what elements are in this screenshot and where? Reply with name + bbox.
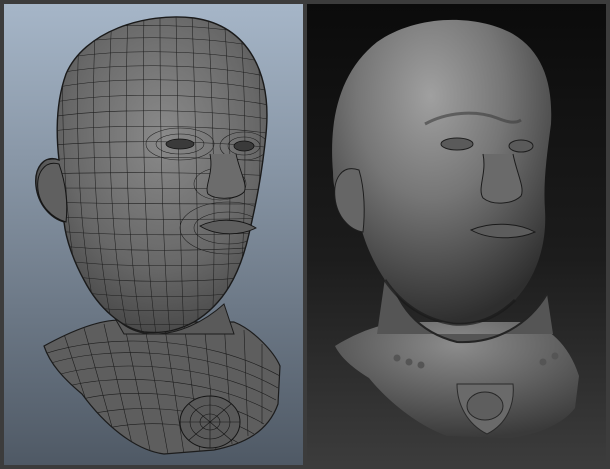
- image-frame: [0, 0, 610, 469]
- sculpt-head-illustration: [307, 4, 606, 465]
- left-eye: [165, 138, 195, 150]
- right-eye: [508, 139, 534, 153]
- left-eye: [440, 137, 474, 151]
- wireframe-panel: [4, 4, 303, 465]
- wireframe-head-illustration: [4, 4, 303, 465]
- sculpt-panel: [307, 4, 606, 465]
- right-eye: [233, 140, 255, 152]
